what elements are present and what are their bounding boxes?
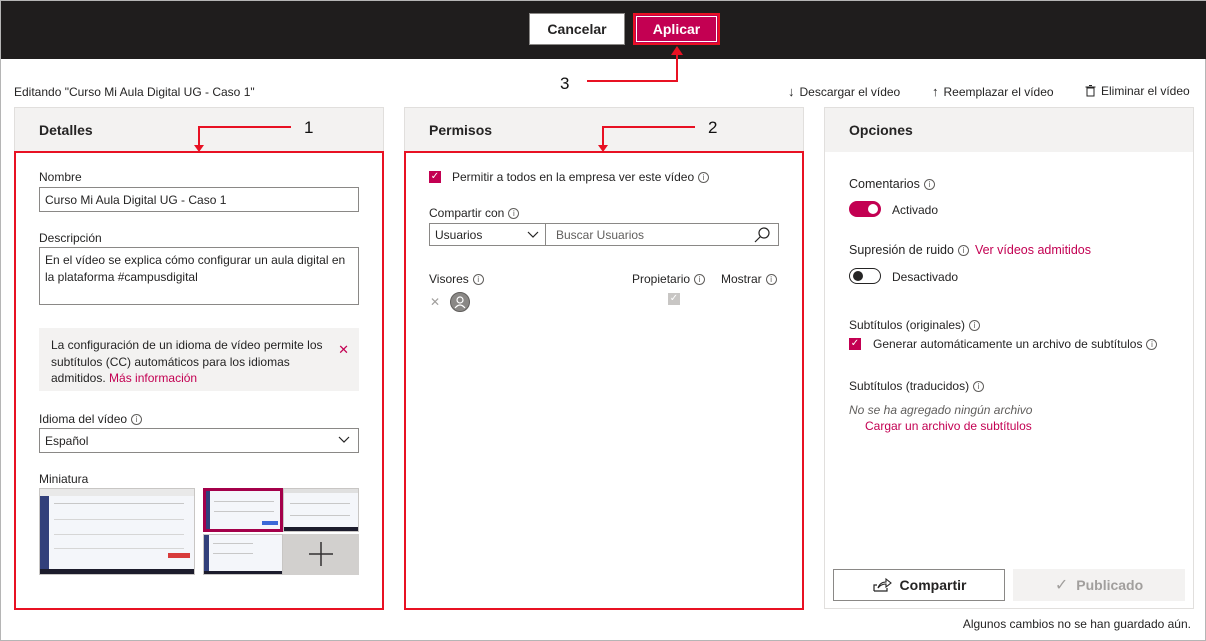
- noise-text: Supresión de ruido: [849, 243, 954, 257]
- allow-all-text: Permitir a todos en la empresa ver este …: [452, 170, 695, 184]
- search-icon: [754, 227, 770, 243]
- no-file-text: No se ha agregado ningún archivo: [849, 403, 1033, 417]
- apply-button[interactable]: Aplicar: [633, 13, 720, 45]
- annotation-number-1: 1: [304, 118, 314, 137]
- annotation-arrow-2: [598, 126, 695, 152]
- annotation-number-3: 3: [560, 74, 570, 93]
- person-icon: [454, 296, 466, 309]
- info-icon: i: [131, 413, 143, 425]
- info-icon: i: [698, 171, 710, 183]
- name-label: Nombre: [39, 170, 82, 184]
- search-users-input[interactable]: Buscar Usuarios: [545, 223, 779, 246]
- viewers-label: Visores i: [429, 272, 484, 286]
- delete-video-button[interactable]: Eliminar el vídeo: [1085, 84, 1190, 98]
- subs-original-label: Subtítulos (originales) i: [849, 318, 981, 332]
- allow-all-label: Permitir a todos en la empresa ver este …: [452, 170, 710, 184]
- subs-translated-text: Subtítulos (traducidos): [849, 379, 970, 393]
- download-icon: ↓: [788, 84, 795, 99]
- share-type-select[interactable]: Usuarios: [429, 223, 546, 246]
- trash-icon: [1085, 85, 1096, 97]
- delete-label: Eliminar el vídeo: [1101, 84, 1190, 98]
- share-icon: [872, 577, 892, 592]
- comments-toggle[interactable]: [849, 201, 881, 217]
- upload-icon: ↑: [932, 84, 939, 99]
- noise-label: Supresión de ruido i Ver vídeos admitido…: [849, 243, 1091, 257]
- show-text: Mostrar: [721, 272, 762, 286]
- plus-icon: [309, 542, 333, 566]
- noise-state: Desactivado: [892, 270, 959, 284]
- info-icon: i: [472, 273, 484, 285]
- thumbnail-label: Miniatura: [39, 472, 89, 486]
- checkmark-icon: ✓: [1054, 577, 1069, 594]
- annotation-arrow-1: [194, 126, 291, 152]
- annotation-number-2: 2: [708, 118, 718, 137]
- subs-translated-label: Subtítulos (traducidos) i: [849, 379, 985, 393]
- share-button[interactable]: Compartir: [833, 569, 1005, 601]
- more-info-link[interactable]: Más información: [109, 371, 197, 385]
- info-icon: i: [508, 207, 520, 219]
- info-icon: i: [969, 319, 981, 331]
- info-icon: i: [973, 380, 985, 392]
- cancel-button[interactable]: Cancelar: [529, 13, 625, 45]
- chevron-down-icon: [338, 436, 350, 443]
- video-language-value: Español: [45, 434, 89, 448]
- close-icon[interactable]: ✕: [338, 342, 349, 359]
- video-language-select[interactable]: Español: [39, 428, 359, 453]
- options-title: Opciones: [825, 108, 1193, 152]
- thumbnail-main[interactable]: [39, 488, 195, 575]
- name-input[interactable]: Curso Mi Aula Digital UG - Caso 1: [39, 187, 359, 212]
- language-notice: La configuración de un idioma de vídeo p…: [39, 328, 359, 391]
- comments-text: Comentarios: [849, 177, 920, 191]
- editing-title: Editando "Curso Mi Aula Digital UG - Cas…: [14, 85, 255, 99]
- add-thumbnail-button[interactable]: [283, 534, 359, 575]
- info-icon: i: [923, 178, 935, 190]
- video-language-text: Idioma del vídeo: [39, 412, 128, 426]
- search-users-placeholder: Buscar Usuarios: [556, 228, 645, 242]
- thumbnail-option-3[interactable]: [203, 534, 283, 575]
- thumbnail-option-2[interactable]: [283, 488, 359, 532]
- avatar: [450, 292, 470, 312]
- replace-video-button[interactable]: ↑ Reemplazar el vídeo: [932, 84, 1054, 99]
- download-video-button[interactable]: ↓ Descargar el vídeo: [788, 84, 900, 99]
- info-icon: i: [694, 273, 706, 285]
- share-type-value: Usuarios: [435, 228, 483, 242]
- share-label: Compartir: [899, 577, 967, 593]
- comments-state: Activado: [892, 203, 939, 217]
- comments-label: Comentarios i: [849, 177, 935, 191]
- viewers-text: Visores: [429, 272, 469, 286]
- share-with-label: Compartir con i: [429, 206, 520, 220]
- subs-original-text: Subtítulos (originales): [849, 318, 966, 332]
- noise-toggle[interactable]: [849, 268, 881, 284]
- info-icon: i: [765, 273, 777, 285]
- video-language-label: Idioma del vídeo i: [39, 412, 143, 426]
- unsaved-changes-note: Algunos cambios no se han guardado aún.: [962, 617, 1191, 631]
- supported-videos-link[interactable]: Ver vídeos admitidos: [975, 243, 1091, 257]
- replace-label: Reemplazar el vídeo: [943, 84, 1054, 99]
- auto-subs-text: Generar automáticamente un archivo de su…: [873, 337, 1143, 351]
- info-icon: i: [957, 244, 969, 256]
- auto-subs-label: Generar automáticamente un archivo de su…: [873, 337, 1158, 351]
- description-input[interactable]: En el vídeo se explica cómo configurar u…: [39, 247, 359, 305]
- remove-viewer-icon[interactable]: ✕: [430, 295, 440, 309]
- info-icon: i: [1146, 338, 1158, 350]
- description-label: Descripción: [39, 231, 102, 245]
- chevron-down-icon: [527, 231, 539, 238]
- owner-checkbox: ✓: [668, 293, 680, 305]
- download-label: Descargar el vídeo: [799, 84, 901, 99]
- allow-all-checkbox[interactable]: ✓: [429, 171, 441, 183]
- show-label: Mostrar i: [721, 272, 777, 286]
- auto-subs-checkbox[interactable]: ✓: [849, 338, 861, 350]
- upload-subs-link[interactable]: Cargar un archivo de subtítulos: [865, 419, 1032, 433]
- thumbnail-option-selected[interactable]: [203, 488, 283, 532]
- owner-text: Propietario: [632, 272, 691, 286]
- annotation-arrow-3: [587, 46, 683, 82]
- share-with-text: Compartir con: [429, 206, 505, 220]
- published-button: ✓ Publicado: [1013, 569, 1185, 601]
- owner-label: Propietario i: [632, 272, 706, 286]
- published-label: Publicado: [1076, 577, 1144, 593]
